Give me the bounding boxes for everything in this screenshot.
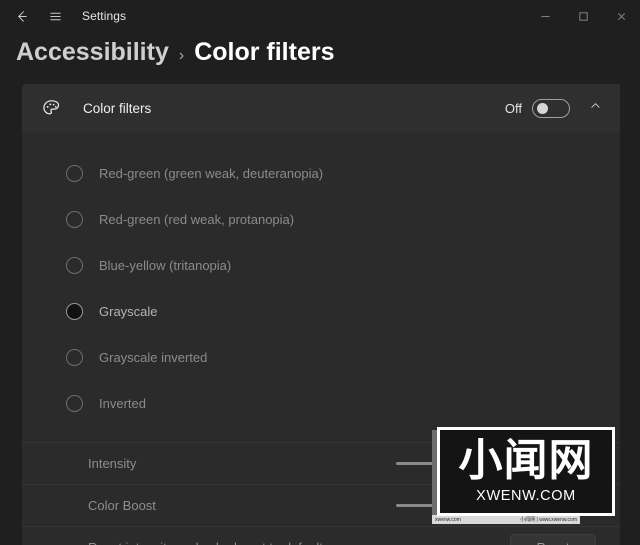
watermark-footer-bar: xwenw.com 小闻网 | www.xwenw.com: [432, 515, 580, 524]
title-bar: Settings: [0, 0, 640, 32]
hamburger-menu-icon: [48, 9, 63, 24]
minimize-icon: [540, 11, 551, 22]
radio-button[interactable]: [66, 210, 83, 228]
radio-option-label: Blue-yellow (tritanopia): [99, 257, 232, 273]
radio-option-row[interactable]: Red-green (red weak, protanopia): [22, 196, 620, 242]
watermark-overlay: 小闻网 XWENW.COM: [437, 427, 615, 516]
color-filters-header[interactable]: Color filters Off: [22, 84, 620, 132]
watermark-footer-left: xwenw.com: [435, 516, 461, 523]
maximize-icon: [578, 11, 589, 22]
expand-collapse-button[interactable]: [584, 97, 606, 119]
radio-button[interactable]: [66, 394, 83, 412]
radio-option-row[interactable]: Blue-yellow (tritanopia): [22, 242, 620, 288]
breadcrumb: Accessibility › Color filters: [0, 32, 640, 74]
radio-option-label: Red-green (red weak, protanopia): [99, 211, 295, 227]
close-button[interactable]: [602, 0, 640, 32]
app-title: Settings: [82, 9, 127, 23]
watermark-primary-text: 小闻网: [458, 435, 594, 486]
radio-option-label: Grayscale inverted: [99, 349, 208, 365]
breadcrumb-parent-link[interactable]: Accessibility: [16, 38, 169, 67]
color-filter-options-list: Red-green (green weak, deuteranopia) Red…: [22, 132, 620, 442]
watermark-secondary-text: XWENW.COM: [476, 488, 576, 504]
radio-option-label: Inverted: [99, 395, 146, 411]
breadcrumb-separator-icon: ›: [178, 47, 185, 64]
reset-description-label: Reset intensity and color boost to defau…: [88, 540, 329, 545]
page-title: Color filters: [194, 38, 335, 66]
toggle-state-label: Off: [504, 100, 522, 116]
card-title: Color filters: [83, 100, 152, 116]
arrow-left-icon: [14, 9, 29, 24]
radio-option-label: Grayscale: [99, 303, 158, 319]
reset-row: Reset intensity and color boost to defau…: [22, 526, 620, 545]
radio-option-row[interactable]: Inverted: [22, 380, 620, 426]
chevron-up-icon: [589, 99, 602, 117]
card-header-controls: Off: [505, 97, 606, 119]
radio-option-row[interactable]: Red-green (green weak, deuteranopia): [22, 150, 620, 196]
window-controls: [526, 0, 640, 32]
watermark-footer-right: 小闻网 | www.xwenw.com: [520, 517, 577, 523]
maximize-button[interactable]: [564, 0, 602, 32]
palette-icon: [40, 97, 62, 119]
radio-option-row[interactable]: Grayscale inverted: [22, 334, 620, 380]
toggle-knob: [537, 102, 548, 114]
radio-button[interactable]: [66, 348, 83, 366]
radio-option-row-selected[interactable]: Grayscale: [22, 288, 620, 334]
intensity-label: Intensity: [88, 456, 137, 471]
close-icon: [616, 11, 627, 22]
reset-button[interactable]: Reset: [510, 533, 596, 545]
color-filters-toggle[interactable]: [532, 98, 570, 118]
back-button[interactable]: [4, 1, 38, 31]
radio-option-label: Red-green (green weak, deuteranopia): [99, 165, 324, 181]
hamburger-menu-button[interactable]: [38, 1, 72, 31]
color-boost-label: Color Boost: [88, 498, 156, 513]
radio-button-selected[interactable]: [66, 302, 83, 320]
minimize-button[interactable]: [526, 0, 564, 32]
radio-button[interactable]: [66, 256, 83, 274]
radio-button[interactable]: [66, 164, 83, 182]
